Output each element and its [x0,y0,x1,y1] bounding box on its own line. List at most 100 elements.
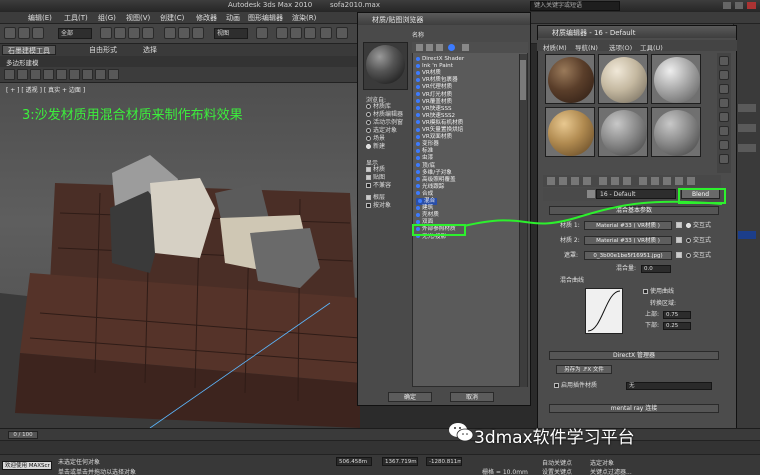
polygon-modeling-label[interactable]: 多边形建模 [6,57,39,67]
material-list-item[interactable]: 虫漆 [416,155,433,162]
panel-button-1[interactable] [738,104,756,112]
browse-option-2[interactable]: 材质编辑器 [366,111,403,119]
menu-graph-editors[interactable]: 图形编辑器 [248,13,283,23]
sample-slot-3[interactable] [651,54,701,104]
tool-icon-1[interactable] [4,69,15,80]
show-incompatible[interactable]: 不兼容 [366,182,391,190]
material-list-item[interactable]: VR快速SSS [416,106,452,113]
go-to-parent-icon[interactable] [675,177,683,185]
tab-selection[interactable]: 选择 [138,45,162,55]
go-forward-icon[interactable] [687,177,695,185]
mask-button[interactable]: 0_3b00e1be5f16951.jpg) [584,251,672,260]
view-icons-icon[interactable] [426,44,433,51]
editor-title-bar[interactable]: 材质编辑器 - 16 - Default [538,26,736,38]
options-icon[interactable] [719,140,729,150]
maxscript-listener[interactable]: 欢迎使用 MAXScr [2,461,52,470]
sample-slot-6[interactable] [651,107,701,157]
use-curve-checkbox[interactable]: 使用曲线 [643,287,674,296]
material-id-icon[interactable] [639,177,647,185]
window-crossing-icon[interactable] [142,27,154,39]
percent-snap-icon[interactable] [304,27,316,39]
move-icon[interactable] [164,27,176,39]
tool-icon-5[interactable] [56,69,67,80]
tool-icon-2[interactable] [17,69,28,80]
backlight-icon[interactable] [719,70,729,80]
redo-icon[interactable] [18,27,30,39]
tab-graphite-modeling[interactable]: 石墨建模工具 [2,45,56,55]
search-input[interactable]: 键入关键字或短语 [530,1,620,11]
background-icon[interactable] [719,84,729,94]
panel-button-3[interactable] [738,144,756,152]
menu-animation[interactable]: 动画 [226,13,240,23]
set-key-button[interactable]: 设置关键点 [542,467,572,475]
material-list-item[interactable]: VR快速SSS2 [416,113,455,120]
cancel-button[interactable]: 取消 [450,392,494,402]
time-slider[interactable]: 0 / 100 [0,428,760,440]
uv-tiling-icon[interactable] [719,98,729,108]
get-material-icon[interactable] [547,177,555,185]
menu-tools[interactable]: 工具(T) [64,13,88,23]
pivot-icon[interactable] [256,27,268,39]
perspective-viewport[interactable] [0,83,360,428]
menu-edit[interactable]: 编辑(E) [28,13,52,23]
viewport-label[interactable]: [ + ] [ 透视 ] [ 真实 + 边面 ] [6,85,85,94]
coord-x-field[interactable]: 1367.719m [382,457,418,466]
sample-slot-5[interactable] [598,107,648,157]
panel-button-2[interactable] [738,124,756,132]
browser-title-bar[interactable]: 材质/贴图浏览器 [358,13,530,25]
show-map-icon[interactable] [651,177,659,185]
reset-map-icon[interactable] [583,177,591,185]
plugin-select[interactable]: 无 [626,382,712,390]
coord-y-field[interactable]: -1280.811m [426,457,462,466]
time-slider-thumb[interactable]: 0 / 100 [8,431,38,439]
browse-option-5[interactable]: 场景 [366,135,385,143]
rect-select-icon[interactable] [128,27,140,39]
show-maps[interactable]: 贴图 [366,174,385,182]
tool-icon-8[interactable] [95,69,106,80]
material-list-item[interactable]: DirectX Shader [416,56,464,63]
make-preview-icon[interactable] [719,126,729,136]
browse-option-6[interactable]: 新建 [366,143,385,151]
editor-menu-options[interactable]: 选项(O) [609,42,632,52]
material-list-item[interactable]: VR模拟有机材质 [416,120,463,127]
ok-button[interactable]: 确定 [388,392,432,402]
tool-icon-7[interactable] [82,69,93,80]
save-fx-button[interactable]: 另存为 .FX 文件 [556,365,612,374]
browse-option-3[interactable]: 活动示例窗 [366,119,403,127]
link-icon[interactable] [32,27,44,39]
video-color-icon[interactable] [719,112,729,122]
view-large-icon[interactable] [436,44,443,51]
rotate-icon[interactable] [178,27,190,39]
directx-rollout[interactable]: DirectX 管理器 [549,351,719,360]
select-object-icon[interactable] [100,27,112,39]
material-list-item[interactable]: VR覆盖材质 [416,99,452,106]
editor-menu-material[interactable]: 材质(M) [543,42,567,52]
tool-icon-4[interactable] [43,69,54,80]
put-to-library-icon[interactable] [623,177,631,185]
minimize-button[interactable] [723,2,731,9]
material-list-item[interactable]: VR矢量置换烘焙 [416,127,463,134]
mask-interactive[interactable]: 交互式 [686,251,711,260]
track-bar[interactable] [0,440,760,454]
delete-icon[interactable] [462,44,469,51]
tool-icon-3[interactable] [30,69,41,80]
close-button[interactable] [747,2,756,9]
align-icon[interactable] [336,27,348,39]
editor-menu-navigation[interactable]: 导航(N) [575,42,598,52]
by-object[interactable]: 按对象 [366,202,391,210]
enable-plugin-checkbox[interactable]: 启用插件材质 [554,381,597,390]
sample-slot-4[interactable] [545,107,595,157]
menu-views[interactable]: 视图(V) [126,13,150,23]
make-copy-icon[interactable] [599,177,607,185]
tool-icon-9[interactable] [108,69,119,80]
snap-icon[interactable] [276,27,288,39]
auto-key-button[interactable]: 自动关键点 [542,458,572,467]
editor-menu-utilities[interactable]: 工具(U) [640,42,663,52]
selected-objects-select[interactable]: 选定对象 [590,458,614,467]
make-unique-icon[interactable] [611,177,619,185]
assign-material-icon[interactable] [571,177,579,185]
mirror-icon[interactable] [320,27,332,39]
sample-slot-1[interactable] [545,54,595,104]
scrollbar-thumb[interactable] [520,60,526,100]
select-by-name-icon[interactable] [114,27,126,39]
